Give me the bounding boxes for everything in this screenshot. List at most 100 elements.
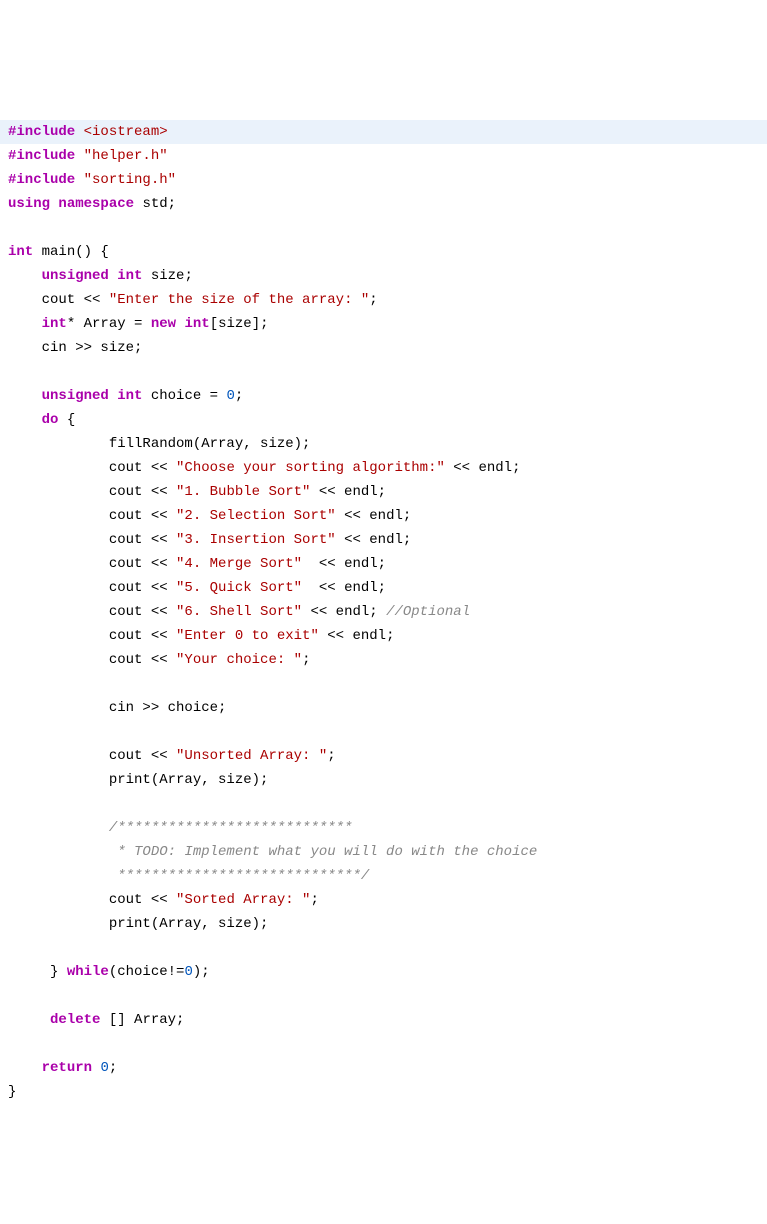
blank-line bbox=[0, 220, 24, 236]
brace: { bbox=[58, 412, 75, 428]
code-line: return 0; bbox=[0, 1060, 125, 1076]
blank-line bbox=[0, 1036, 24, 1052]
code-line: #include "helper.h" bbox=[0, 148, 176, 164]
ns-std: std; bbox=[134, 196, 176, 212]
kw-int: int bbox=[42, 316, 67, 332]
code-line: cout << "6. Shell Sort" << endl; //Optio… bbox=[0, 604, 478, 620]
code-line: print(Array, size); bbox=[0, 772, 276, 788]
blank-line bbox=[0, 988, 24, 1004]
kw-int: int bbox=[8, 244, 33, 260]
str-merge: "4. Merge Sort" bbox=[176, 556, 302, 572]
cout: cout << bbox=[8, 556, 176, 572]
kw-using: using bbox=[8, 196, 50, 212]
semi: ; bbox=[310, 892, 318, 908]
code-line: cout << "2. Selection Sort" << endl; bbox=[0, 508, 419, 524]
code-line: cout << "Sorted Array: "; bbox=[0, 892, 327, 908]
kw-include: #include bbox=[8, 148, 75, 164]
str-insertion: "3. Insertion Sort" bbox=[176, 532, 336, 548]
str-choose: "Choose your sorting algorithm:" bbox=[176, 460, 445, 476]
code-line: cin >> size; bbox=[0, 340, 150, 356]
str-exit: "Enter 0 to exit" bbox=[176, 628, 319, 644]
str-shell: "6. Shell Sort" bbox=[176, 604, 302, 620]
endl: << endl; bbox=[336, 532, 412, 548]
kw-unsigned: unsigned bbox=[42, 268, 109, 284]
endl: << endl; bbox=[310, 484, 386, 500]
fn-main: main() { bbox=[33, 244, 109, 260]
endl: << endl; bbox=[336, 508, 412, 524]
kw-int: int bbox=[117, 388, 142, 404]
semi: ; bbox=[109, 1060, 117, 1076]
cout: cout << bbox=[8, 292, 109, 308]
code-line: int main() { bbox=[0, 244, 117, 260]
cout: cout << bbox=[8, 628, 176, 644]
endl: << endl; bbox=[302, 580, 386, 596]
code-line: cout << "Choose your sorting algorithm:"… bbox=[0, 460, 529, 476]
endl: << endl; bbox=[302, 604, 386, 620]
cout: cout << bbox=[8, 748, 176, 764]
blank-line bbox=[0, 940, 24, 956]
header-helper: "helper.h" bbox=[84, 148, 168, 164]
endl: << endl; bbox=[445, 460, 521, 476]
kw-namespace: namespace bbox=[58, 196, 134, 212]
kw-include: #include bbox=[8, 172, 75, 188]
brace-close: } bbox=[8, 1084, 16, 1100]
cout: cout << bbox=[8, 892, 176, 908]
semi: ; bbox=[302, 652, 310, 668]
code-line: } bbox=[0, 1084, 24, 1100]
cin-size: cin >> size; bbox=[8, 340, 142, 356]
semi: ; bbox=[369, 292, 377, 308]
var-size: size; bbox=[142, 268, 192, 284]
str-quick: "5. Quick Sort" bbox=[176, 580, 302, 596]
kw-do: do bbox=[42, 412, 59, 428]
str-sorted: "Sorted Array: " bbox=[176, 892, 310, 908]
header-iostream: <iostream> bbox=[84, 124, 168, 140]
call-print: print(Array, size); bbox=[8, 916, 268, 932]
cout: cout << bbox=[8, 460, 176, 476]
blank-line bbox=[0, 676, 24, 692]
comment-todo: * TODO: Implement what you will do with … bbox=[8, 844, 537, 860]
kw-int: int bbox=[184, 316, 209, 332]
cin-choice: cin >> choice; bbox=[8, 700, 226, 716]
cout: cout << bbox=[8, 508, 176, 524]
kw-unsigned: unsigned bbox=[42, 388, 109, 404]
sp bbox=[92, 1060, 100, 1076]
while-end: ); bbox=[193, 964, 210, 980]
cout: cout << bbox=[8, 652, 176, 668]
code-line: do { bbox=[0, 412, 83, 428]
call-fillrandom: fillRandom(Array, size); bbox=[8, 436, 310, 452]
delete-arr: [] Array; bbox=[100, 1012, 184, 1028]
num-zero: 0 bbox=[184, 964, 192, 980]
cout: cout << bbox=[8, 532, 176, 548]
semi: ; bbox=[235, 388, 243, 404]
blank-line bbox=[0, 724, 24, 740]
str-prompt-size: "Enter the size of the array: " bbox=[109, 292, 369, 308]
semi: ; bbox=[327, 748, 335, 764]
code-line: cout << "Enter 0 to exit" << endl; bbox=[0, 628, 402, 644]
cout: cout << bbox=[8, 604, 176, 620]
code-line: cout << "Enter the size of the array: "; bbox=[0, 292, 386, 308]
code-line: cout << "1. Bubble Sort" << endl; bbox=[0, 484, 394, 500]
kw-delete: delete bbox=[50, 1012, 100, 1028]
code-line: cout << "5. Quick Sort" << endl; bbox=[0, 580, 394, 596]
blank-line bbox=[0, 364, 24, 380]
code-line: using namespace std; bbox=[0, 196, 184, 212]
code-line: cout << "Unsorted Array: "; bbox=[0, 748, 344, 764]
blank-line bbox=[0, 796, 24, 812]
kw-new: new bbox=[151, 316, 176, 332]
code-line: unsigned int choice = 0; bbox=[0, 388, 251, 404]
kw-include: #include bbox=[8, 124, 75, 140]
call-print: print(Array, size); bbox=[8, 772, 268, 788]
kw-int: int bbox=[117, 268, 142, 284]
code-line: cout << "Your choice: "; bbox=[0, 652, 318, 668]
code-line: unsigned int size; bbox=[0, 268, 201, 284]
cout: cout << bbox=[8, 484, 176, 500]
var-choice: choice = bbox=[142, 388, 226, 404]
header-sorting: "sorting.h" bbox=[84, 172, 176, 188]
while-cond: (choice!= bbox=[109, 964, 185, 980]
code-line: #include "sorting.h" bbox=[0, 172, 184, 188]
ptr-decl: * Array = bbox=[67, 316, 151, 332]
code-line: #include <iostream> bbox=[0, 120, 767, 144]
code-line: print(Array, size); bbox=[0, 916, 276, 932]
brace-close: } bbox=[8, 964, 67, 980]
comment-block-start: /**************************** bbox=[8, 820, 352, 836]
